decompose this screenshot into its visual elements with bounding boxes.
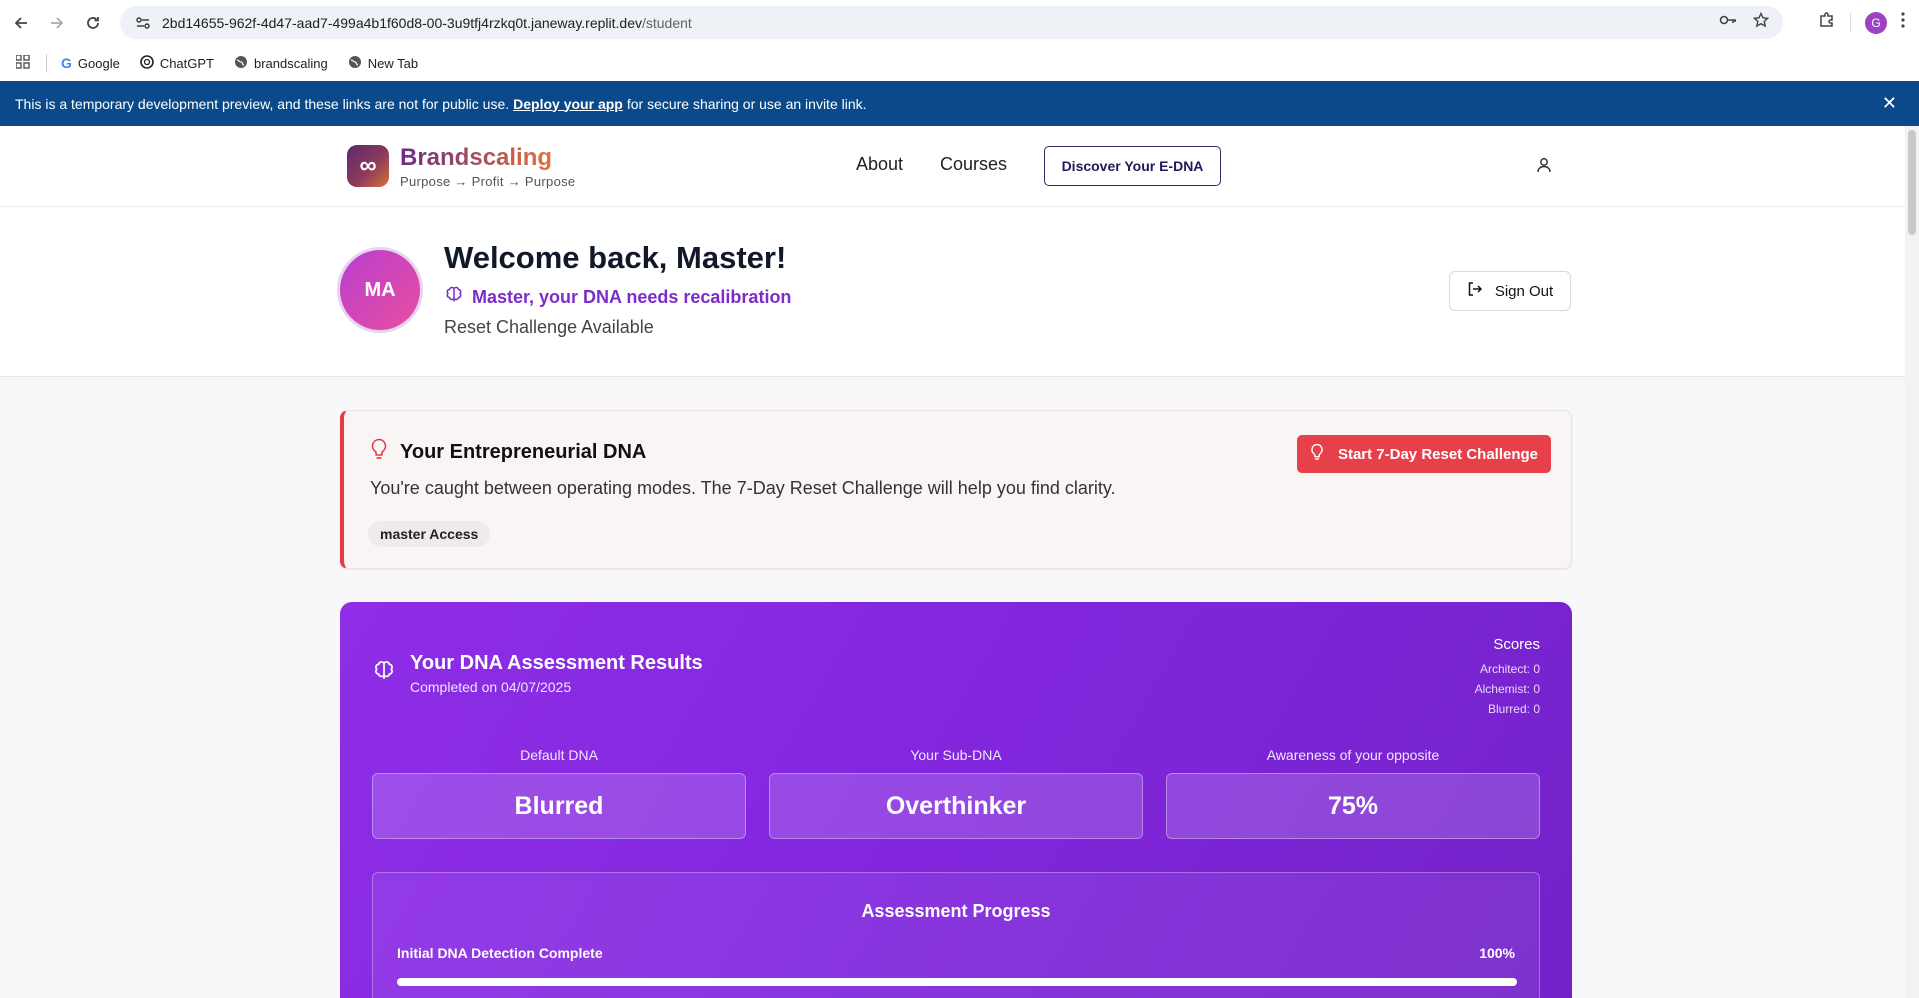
metric-value: Overthinker: [769, 773, 1143, 839]
password-key-icon[interactable]: [1719, 13, 1737, 32]
score-architect: Architect: 0: [1479, 662, 1540, 676]
brand-name[interactable]: Brandscaling: [400, 144, 552, 172]
bookmark-google[interactable]: G Google: [61, 55, 120, 71]
close-icon[interactable]: ✕: [1882, 93, 1897, 114]
metric-value: Blurred: [372, 773, 746, 839]
progress-bar: [397, 978, 1517, 986]
logout-icon: [1467, 281, 1483, 301]
bookmark-label: brandscaling: [254, 55, 328, 71]
logo-icon[interactable]: ∞: [347, 145, 389, 187]
menu-kebab-icon[interactable]: [1901, 12, 1905, 33]
progress-title: Assessment Progress: [861, 901, 1051, 921]
reload-icon[interactable]: [75, 5, 111, 41]
metric-value: 75%: [1166, 773, 1540, 839]
progress-percent: 100%: [1479, 945, 1515, 961]
dna-assessment-card: Your DNA Assessment Results Completed on…: [340, 602, 1572, 998]
nav-about[interactable]: About: [856, 154, 903, 175]
edna-title: Your Entrepreneurial DNA: [400, 440, 647, 463]
metric-label: Your Sub-DNA: [910, 747, 1002, 763]
metric-awareness: Awareness of your opposite 75%: [1166, 747, 1540, 839]
metric-sub-dna: Your Sub-DNA Overthinker: [769, 747, 1143, 839]
access-badge: master Access: [368, 521, 491, 547]
brand-tagline: Purpose → Profit → Purpose: [400, 174, 576, 189]
address-bar[interactable]: 2bd14655-962f-4d47-aad7-499a4b1f60d8-00-…: [120, 6, 1783, 39]
brain-icon: [444, 285, 464, 310]
site-header: ∞ Brandscaling Purpose → Profit → Purpos…: [0, 126, 1919, 207]
profile-avatar[interactable]: G: [1865, 11, 1887, 34]
google-icon: G: [61, 55, 72, 71]
bookmark-label: Google: [77, 55, 120, 71]
banner-text-before: This is a temporary development preview,…: [15, 95, 510, 112]
forward-icon[interactable]: [39, 5, 75, 41]
deploy-app-link[interactable]: Deploy your app: [513, 96, 623, 112]
dev-preview-banner: This is a temporary development preview,…: [0, 81, 1919, 126]
progress-fill: [397, 978, 1517, 986]
bookmark-brandscaling[interactable]: brandscaling: [234, 55, 328, 72]
sign-out-label: Sign Out: [1494, 282, 1554, 300]
back-icon[interactable]: [3, 5, 39, 41]
sign-out-button[interactable]: Sign Out: [1449, 271, 1571, 311]
globe-icon: [234, 55, 248, 72]
scores-panel: Scores Architect: 0 Alchemist: 0 Blurred…: [1475, 636, 1540, 719]
bookmarks-bar: G Google ChatGPT brandscaling New Tab: [0, 45, 1919, 81]
globe-icon: [348, 55, 362, 72]
user-icon[interactable]: [1535, 156, 1553, 174]
status-text: Reset Challenge Available: [444, 317, 654, 337]
assessment-date: Completed on 04/07/2025: [410, 679, 572, 695]
metric-label: Awareness of your opposite: [1266, 747, 1440, 763]
page-title: Welcome back, Master!: [444, 240, 787, 275]
page-scrollbar[interactable]: [1905, 126, 1919, 998]
url-text: 2bd14655-962f-4d47-aad7-499a4b1f60d8-00-…: [162, 15, 692, 31]
progress-label: Initial DNA Detection Complete: [397, 945, 603, 961]
bookmark-star-icon[interactable]: [1752, 11, 1770, 33]
apps-grid-icon[interactable]: [15, 53, 30, 72]
lightbulb-icon: [1310, 443, 1324, 465]
bookmark-label: New Tab: [367, 55, 419, 71]
toolbar-divider: [1850, 12, 1851, 33]
welcome-section: MA Welcome back, Master! Master, your DN…: [0, 207, 1919, 377]
url-path: /student: [641, 14, 692, 31]
assessment-header: Your DNA Assessment Results Completed on…: [372, 652, 703, 695]
brain-icon: [372, 659, 396, 688]
browser-toolbar: 2bd14655-962f-4d47-aad7-499a4b1f60d8-00-…: [0, 0, 1919, 45]
site-info-icon[interactable]: [128, 15, 158, 31]
assessment-progress-panel: Assessment Progress Initial DNA Detectio…: [372, 872, 1540, 998]
lightbulb-icon: [370, 438, 388, 466]
extensions-icon[interactable]: [1818, 11, 1836, 34]
bookmark-label: ChatGPT: [159, 55, 214, 71]
score-blurred: Blurred: 0: [1487, 702, 1540, 716]
reset-button-label: Start 7-Day Reset Challenge: [1337, 445, 1539, 463]
edna-heading: Your Entrepreneurial DNA: [370, 438, 646, 466]
metric-label: Default DNA: [520, 747, 598, 763]
nav-courses[interactable]: Courses: [940, 154, 1007, 175]
edna-description: You're caught between operating modes. T…: [370, 478, 1116, 498]
bookmarks-divider: [46, 54, 47, 72]
bookmark-new-tab[interactable]: New Tab: [348, 55, 418, 72]
avatar: MA: [337, 247, 423, 333]
assessment-title: Your DNA Assessment Results: [410, 652, 703, 674]
bookmark-chatgpt[interactable]: ChatGPT: [140, 54, 214, 72]
discover-edna-button[interactable]: Discover Your E-DNA: [1044, 146, 1221, 186]
chatgpt-icon: [140, 54, 154, 72]
entrepreneurial-dna-card: Your Entrepreneurial DNA You're caught b…: [340, 410, 1572, 569]
recalibration-notice: Master, your DNA needs recalibration: [444, 285, 791, 310]
start-reset-challenge-button[interactable]: Start 7-Day Reset Challenge: [1297, 435, 1551, 473]
url-host: 2bd14655-962f-4d47-aad7-499a4b1f60d8-00-…: [162, 14, 642, 31]
metric-default-dna: Default DNA Blurred: [372, 747, 746, 839]
recalibration-text: Master, your DNA needs recalibration: [472, 287, 792, 307]
score-alchemist: Alchemist: 0: [1474, 682, 1540, 696]
scrollbar-thumb[interactable]: [1908, 130, 1916, 235]
scores-title: Scores: [1493, 636, 1540, 653]
banner-text-after: for secure sharing or use an invite link…: [626, 95, 867, 112]
